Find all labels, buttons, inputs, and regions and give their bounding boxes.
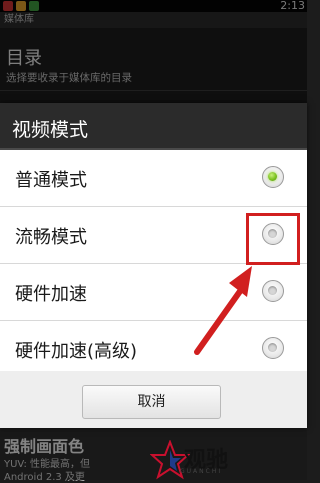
watermark: 观驰 GUANCHI xyxy=(136,440,256,480)
watermark-subtext: GUANCHI xyxy=(180,468,223,475)
red-arrow-icon xyxy=(194,266,252,355)
